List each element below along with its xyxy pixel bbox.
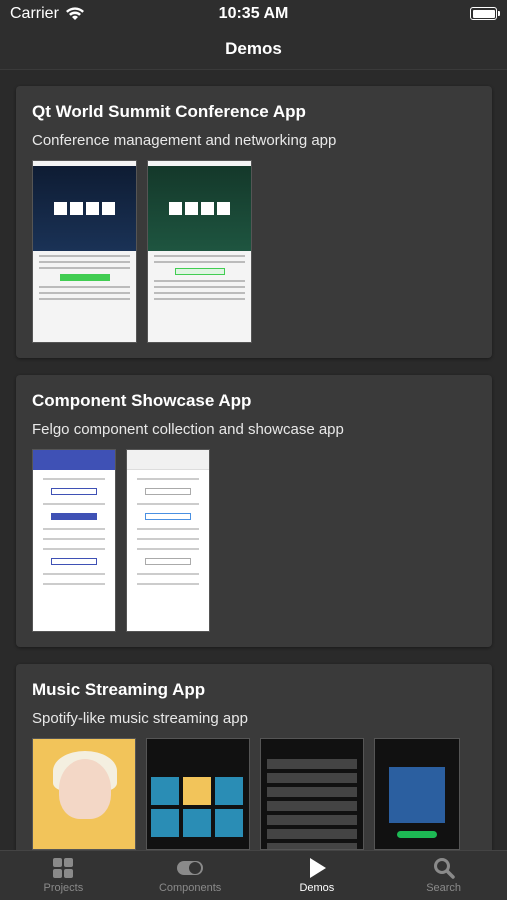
tab-label: Projects [43, 882, 84, 894]
tab-search[interactable]: Search [380, 851, 507, 900]
app-screenshot [126, 449, 210, 632]
demo-card-component-showcase[interactable]: Component Showcase App Felgo component c… [16, 375, 492, 647]
app-screenshot [32, 449, 116, 632]
screenshot-strip [32, 449, 210, 632]
app-screenshot [32, 738, 136, 850]
toggle-icon [177, 861, 204, 875]
card-subtitle: Spotify-like music streaming app [32, 710, 248, 727]
play-icon [309, 858, 326, 878]
battery-icon [470, 7, 500, 20]
demo-card-music-streaming[interactable]: Music Streaming App Spotify-like music s… [16, 664, 492, 850]
app-screenshot [32, 160, 137, 343]
card-title: Component Showcase App [32, 391, 252, 410]
screenshot-strip [32, 160, 252, 343]
demo-list[interactable]: Qt World Summit Conference App Conferenc… [0, 70, 507, 850]
app-screenshot [260, 738, 364, 850]
app-screenshot [146, 738, 250, 850]
tab-label: Search [426, 882, 462, 894]
tab-components[interactable]: Components [127, 851, 254, 900]
status-time: 10:35 AM [218, 5, 289, 22]
app-screenshot [147, 160, 252, 343]
screenshot-strip [32, 738, 460, 850]
app-screenshot [374, 738, 460, 850]
search-icon [433, 858, 455, 879]
tab-projects[interactable]: Projects [0, 851, 127, 900]
grid-icon [53, 858, 74, 878]
card-title: Music Streaming App [32, 680, 206, 699]
card-subtitle: Conference management and networking app [32, 132, 337, 149]
tab-label: Components [158, 882, 222, 894]
page-title: Demos [225, 39, 282, 58]
tab-demos[interactable]: Demos [254, 851, 381, 900]
card-subtitle: Felgo component collection and showcase … [32, 421, 344, 438]
card-title: Qt World Summit Conference App [32, 102, 306, 121]
navigation-bar: Demos [0, 28, 507, 70]
tab-bar: Projects Components Demos Search [0, 850, 507, 900]
status-bar: Carrier 10:35 AM [0, 0, 507, 28]
tab-label: Demos [299, 882, 335, 894]
demo-card-qt-world-summit[interactable]: Qt World Summit Conference App Conferenc… [16, 86, 492, 358]
